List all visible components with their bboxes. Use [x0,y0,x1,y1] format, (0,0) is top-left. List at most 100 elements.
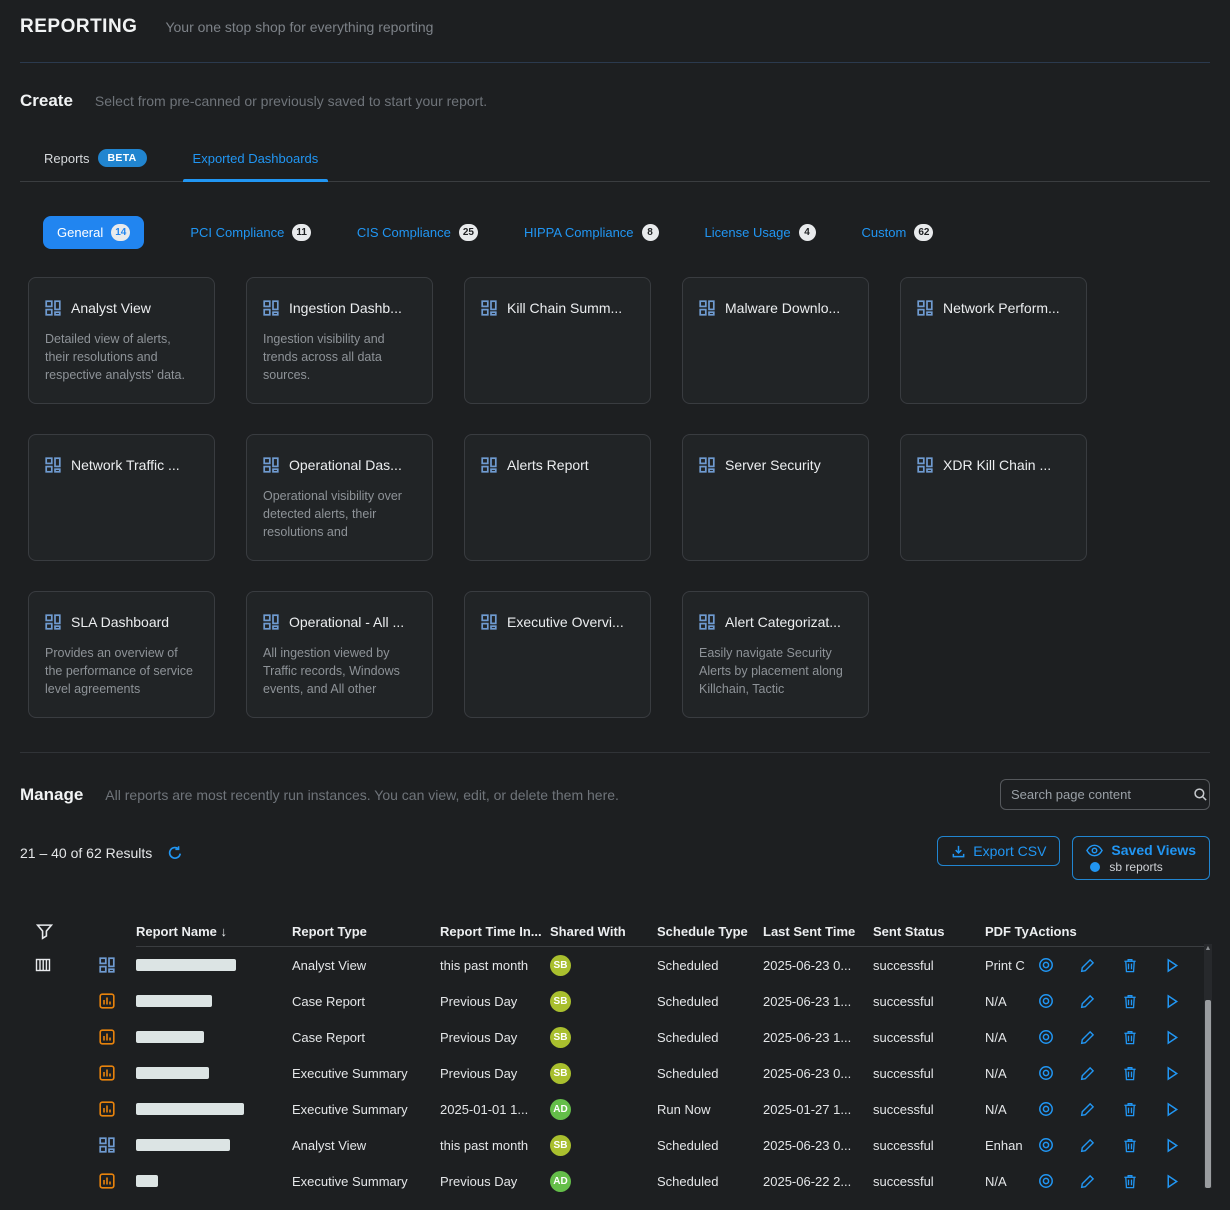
search-icon[interactable] [1193,787,1208,802]
run-icon[interactable] [1163,1173,1180,1190]
category-count-badge: 14 [111,224,130,241]
col-report-name[interactable]: Report Name ↓ [136,924,292,939]
card-operational-all[interactable]: Operational - All ... All ingestion view… [246,591,433,718]
delete-icon[interactable] [1121,1029,1138,1046]
col-shared-with[interactable]: Shared With [550,924,657,939]
beta-badge: BETA [98,149,147,167]
card-server-security[interactable]: Server Security [682,434,869,561]
card-xdr-kill-chain[interactable]: XDR Kill Chain ... [900,434,1087,561]
card-network-traffic[interactable]: Network Traffic ... [28,434,215,561]
view-icon[interactable] [1037,1173,1054,1190]
category-count-badge: 11 [292,224,311,241]
edit-icon[interactable] [1079,1065,1096,1082]
delete-icon[interactable] [1121,957,1138,974]
col-last-sent-time[interactable]: Last Sent Time [763,924,873,939]
card-alerts-report[interactable]: Alerts Report [464,434,651,561]
delete-icon[interactable] [1121,1101,1138,1118]
edit-icon[interactable] [1079,1101,1096,1118]
view-icon[interactable] [1037,1065,1054,1082]
card-sla-dashboard[interactable]: SLA Dashboard Provides an overview of th… [28,591,215,718]
category-general[interactable]: General 14 [43,216,144,249]
view-icon[interactable] [1037,993,1054,1010]
saved-views-button[interactable]: Saved Views sb reports [1072,836,1210,880]
table-row[interactable]: Analyst View this past month SB Schedule… [20,947,1210,983]
delete-icon[interactable] [1121,1137,1138,1154]
edit-icon[interactable] [1079,957,1096,974]
dashboard-icon [263,300,279,316]
edit-icon[interactable] [1079,993,1096,1010]
edit-icon[interactable] [1079,1173,1096,1190]
category-hippa-compliance[interactable]: HIPPA Compliance 8 [524,224,659,241]
run-icon[interactable] [1163,1137,1180,1154]
edit-icon[interactable] [1079,1137,1096,1154]
sent-status: successful [873,958,985,973]
delete-icon[interactable] [1121,993,1138,1010]
tab-reports[interactable]: Reports BETA [34,143,157,181]
table-row[interactable]: Case Report Previous Day SB Scheduled 20… [20,1019,1210,1055]
col-report-time[interactable]: Report Time In... [440,924,550,939]
card-kill-chain-summary[interactable]: Kill Chain Summ... [464,277,651,404]
card-alert-categorization[interactable]: Alert Categorizat... Easily navigate Sec… [682,591,869,718]
table-row[interactable]: Case Report Previous Day SB Scheduled 20… [20,983,1210,1019]
pdf-type: Print C [985,958,1029,973]
run-icon[interactable] [1163,1029,1180,1046]
column-picker-icon[interactable] [20,957,78,973]
table-row[interactable]: Executive Summary 2025-01-01 1... AD Run… [20,1091,1210,1127]
report-name-redacted [136,995,212,1007]
card-executive-overview[interactable]: Executive Overvi... [464,591,651,718]
card-malware-downloads[interactable]: Malware Downlo... [682,277,869,404]
report-type: Analyst View [292,958,440,973]
category-filter-bar: General 14 PCI Compliance 11 CIS Complia… [20,216,1210,249]
category-count-badge: 25 [459,224,478,241]
view-icon[interactable] [1037,1029,1054,1046]
table-row[interactable]: Executive Summary Previous Day AD Schedu… [20,1163,1210,1199]
table-scrollbar[interactable]: ▲ [1204,944,1212,1188]
report-time-interval: this past month [440,1138,550,1153]
card-ingestion-dashboard[interactable]: Ingestion Dashb... Ingestion visibility … [246,277,433,404]
category-pci-compliance[interactable]: PCI Compliance 11 [190,224,311,241]
delete-icon[interactable] [1121,1173,1138,1190]
category-custom[interactable]: Custom 62 [862,224,934,241]
refresh-icon[interactable] [166,844,183,861]
search-input[interactable] [1011,787,1187,802]
col-sent-status[interactable]: Sent Status [873,924,985,939]
tab-exported-dashboards-label: Exported Dashboards [193,151,319,166]
card-title: XDR Kill Chain ... [943,457,1051,473]
card-network-performance[interactable]: Network Perform... [900,277,1087,404]
run-icon[interactable] [1163,993,1180,1010]
run-icon[interactable] [1163,957,1180,974]
edit-icon[interactable] [1079,1029,1096,1046]
table-row[interactable]: Analyst View this past month SB Schedule… [20,1127,1210,1163]
page-subtitle: Your one stop shop for everything report… [165,19,433,35]
run-icon[interactable] [1163,1065,1180,1082]
report-type: Executive Summary [292,1066,440,1081]
card-analyst-view[interactable]: Analyst View Detailed view of alerts, th… [28,277,215,404]
card-operational-dashboard[interactable]: Operational Das... Operational visibilit… [246,434,433,561]
col-pdf-type[interactable]: PDF Ty [985,924,1029,939]
avatar: SB [550,1063,571,1084]
col-report-type[interactable]: Report Type [292,924,440,939]
category-license-usage[interactable]: License Usage 4 [705,224,816,241]
tab-exported-dashboards[interactable]: Exported Dashboards [183,143,329,181]
category-cis-compliance[interactable]: CIS Compliance 25 [357,224,478,241]
avatar: AD [550,1099,571,1120]
scrollbar-thumb[interactable] [1205,1000,1211,1188]
col-schedule-type[interactable]: Schedule Type [657,924,763,939]
delete-icon[interactable] [1121,1065,1138,1082]
table-row[interactable]: Executive Summary Previous Day SB Schedu… [20,1055,1210,1091]
schedule-type: Scheduled [657,1174,763,1189]
sent-status: successful [873,1066,985,1081]
scrollbar-up-arrow[interactable]: ▲ [1204,944,1212,954]
run-icon[interactable] [1163,1101,1180,1118]
export-csv-button[interactable]: Export CSV [937,836,1060,866]
view-icon[interactable] [1037,1101,1054,1118]
report-template-grid: Analyst View Detailed view of alerts, th… [28,277,1210,718]
search-box[interactable] [1000,779,1210,810]
pdf-type: Enhan [985,1138,1029,1153]
view-icon[interactable] [1037,1137,1054,1154]
view-icon[interactable] [1037,957,1054,974]
reporting-page: REPORTING Your one stop shop for everyth… [0,0,1230,1210]
filter-icon[interactable] [20,923,78,940]
card-title: Network Traffic ... [71,457,180,473]
report-time-interval: this past month [440,958,550,973]
